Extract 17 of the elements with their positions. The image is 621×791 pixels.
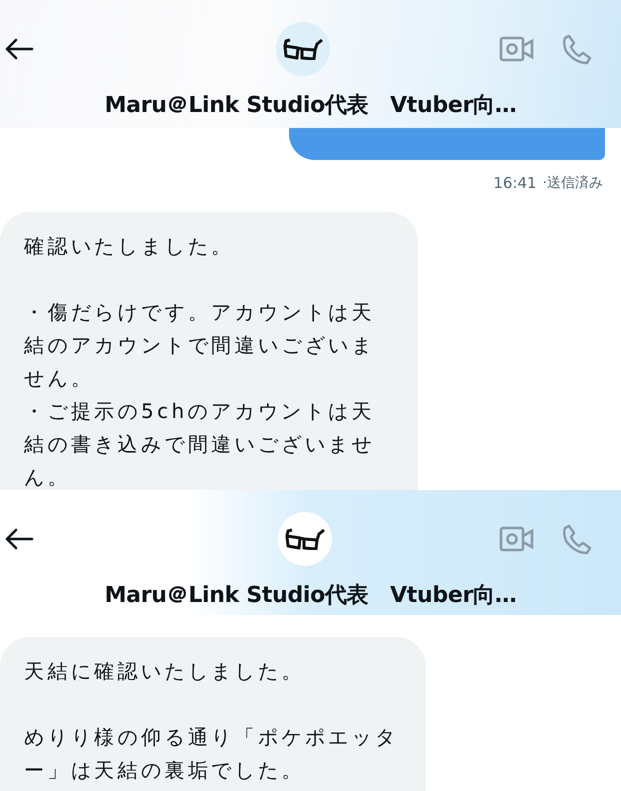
contact-name: Maru＠Link Studio代表 Vtuber向…: [104, 582, 518, 610]
phone-icon: [561, 33, 593, 65]
glasses-icon: [283, 38, 323, 60]
phone-icon: [561, 523, 593, 555]
back-arrow-icon: [4, 38, 34, 60]
glasses-icon: [285, 528, 325, 550]
message-text: 天結に確認いたしました。: [24, 658, 306, 685]
message-text: めりり様の仰る通り「ポケポエッター」は天結の裏垢でした。: [24, 724, 400, 784]
back-arrow-icon: [4, 528, 34, 550]
message-time: 16:41: [493, 174, 537, 192]
message-text: ・ご提示の5chのアカウントは天結の書き込みで間違いございません。: [24, 398, 376, 490]
message-text: ・傷だらけです。アカウントは天結のアカウントで間違いございません。: [24, 299, 376, 392]
video-camera-icon: [499, 35, 535, 63]
video-camera-icon: [499, 525, 535, 553]
contact-name: Maru＠Link Studio代表 Vtuber向…: [104, 92, 518, 120]
message-text: 確認いたしました。: [24, 233, 236, 260]
message-status: ·送信済み: [542, 174, 603, 192]
